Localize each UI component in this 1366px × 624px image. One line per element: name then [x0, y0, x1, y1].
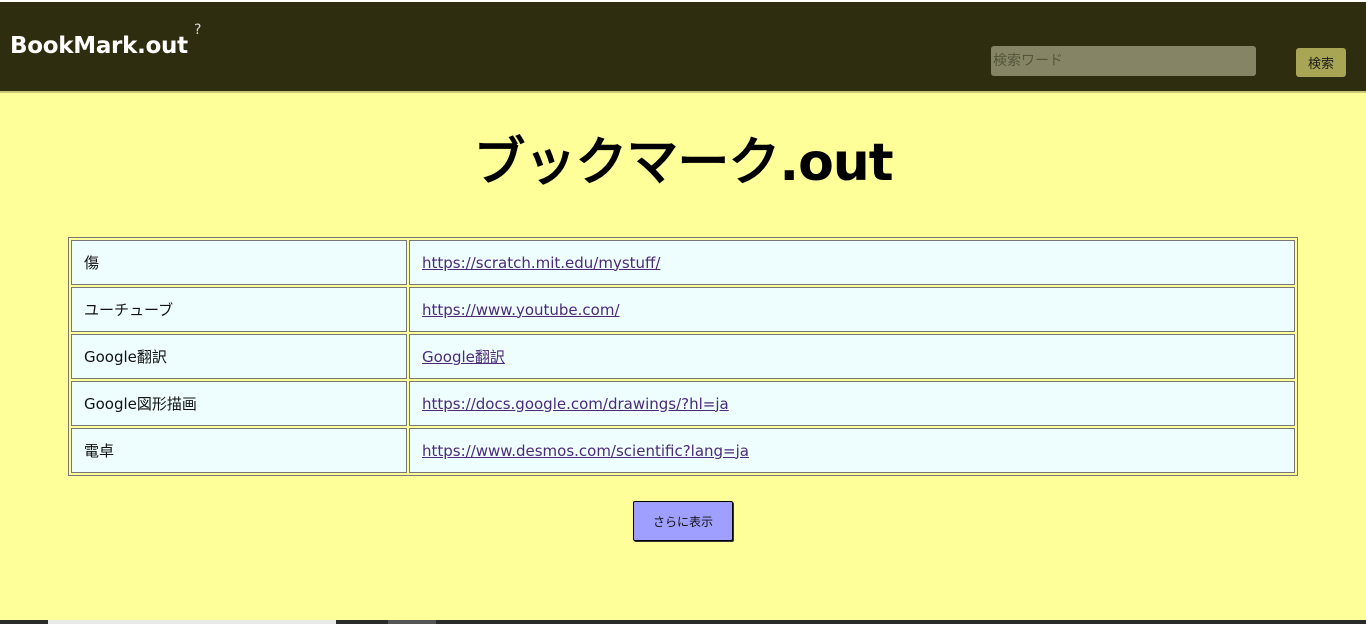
search-input[interactable] — [991, 46, 1256, 76]
search-button[interactable]: 検索 — [1296, 48, 1346, 77]
bookmark-link[interactable]: https://www.youtube.com/ — [422, 301, 620, 319]
table-row: Google図形描画 https://docs.google.com/drawi… — [71, 381, 1295, 426]
table-row: Google翻訳 Google翻訳 — [71, 334, 1295, 379]
bookmark-link-cell: https://www.desmos.com/scientific?lang=j… — [409, 428, 1295, 473]
bookmark-name: ユーチューブ — [71, 287, 407, 332]
site-brand[interactable]: BookMark.out — [10, 33, 188, 59]
table-row: 電卓 https://www.desmos.com/scientific?lan… — [71, 428, 1295, 473]
table-row: 傷 https://scratch.mit.edu/mystuff/ — [71, 240, 1295, 285]
table-row: ユーチューブ https://www.youtube.com/ — [71, 287, 1295, 332]
taskbar-strip — [0, 620, 1366, 624]
bookmark-link-cell: https://scratch.mit.edu/mystuff/ — [409, 240, 1295, 285]
site-header: BookMark.out ? 検索 — [0, 2, 1366, 93]
bookmark-name: 傷 — [71, 240, 407, 285]
bookmark-link[interactable]: https://docs.google.com/drawings/?hl=ja — [422, 395, 729, 413]
bookmark-link[interactable]: Google翻訳 — [422, 348, 505, 366]
taskbar-item[interactable] — [388, 620, 436, 624]
taskbar-active-item[interactable] — [48, 620, 336, 624]
show-more-button[interactable]: さらに表示 — [633, 501, 733, 541]
bookmark-link-cell: Google翻訳 — [409, 334, 1295, 379]
bookmark-name: Google翻訳 — [71, 334, 407, 379]
bookmark-link[interactable]: https://www.desmos.com/scientific?lang=j… — [422, 442, 749, 460]
bookmark-name: Google図形描画 — [71, 381, 407, 426]
bookmark-link[interactable]: https://scratch.mit.edu/mystuff/ — [422, 254, 660, 272]
help-icon[interactable]: ? — [194, 22, 201, 38]
page-title: ブックマーク.out — [473, 133, 893, 193]
bookmark-link-cell: https://docs.google.com/drawings/?hl=ja — [409, 381, 1295, 426]
bookmark-table: 傷 https://scratch.mit.edu/mystuff/ ユーチュー… — [68, 237, 1298, 476]
bookmark-link-cell: https://www.youtube.com/ — [409, 287, 1295, 332]
bookmark-name: 電卓 — [71, 428, 407, 473]
